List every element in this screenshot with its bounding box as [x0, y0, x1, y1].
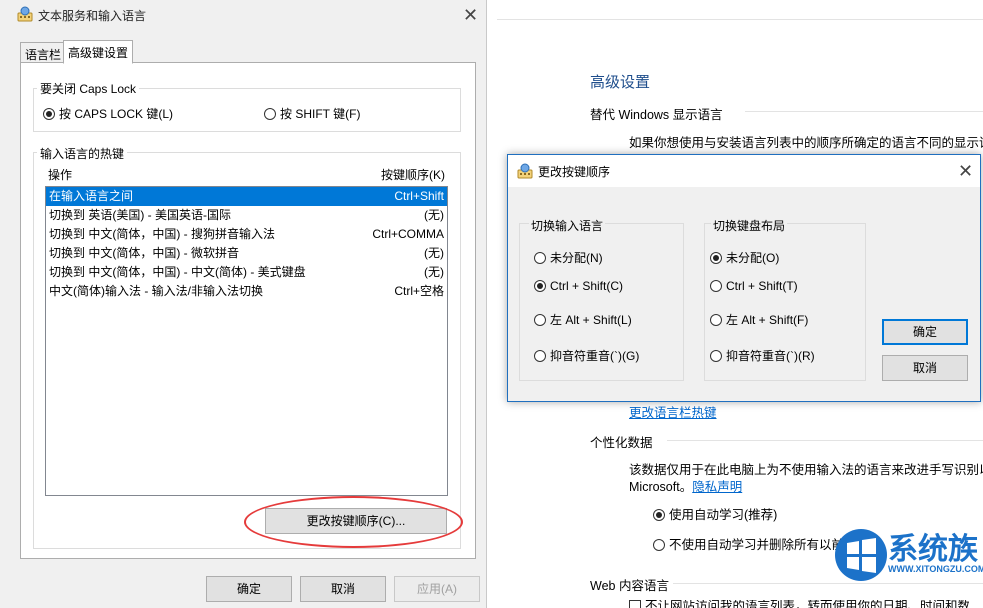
option-label: Ctrl + Shift(C) [550, 279, 624, 293]
auto-learn-on-option[interactable]: 使用自动学习(推荐) [653, 504, 777, 523]
cancel-button[interactable]: 取消 [882, 355, 968, 381]
apply-button[interactable]: 应用(A) [394, 576, 480, 602]
capslock-option-1[interactable]: 按 CAPS LOCK 键(L) [43, 105, 173, 122]
web-content-title: Web 内容语言 [590, 579, 669, 593]
keyboard-globe-icon [517, 163, 533, 179]
override-language-desc: 如果你想使用与安装语言列表中的顺序所确定的语言不同的显示语 [629, 136, 983, 150]
row-action: 切换到 中文(简体，中国) - 中文(简体) - 美式键盘 [49, 265, 306, 279]
row-action: 切换到 英语(美国) - 美国英语-国际 [49, 208, 231, 222]
option-label: 未分配(O) [726, 251, 780, 265]
row-key-sequence: (无) [424, 265, 444, 279]
close-icon[interactable]: ✕ [958, 162, 973, 180]
radio-icon[interactable] [534, 314, 546, 326]
radio-icon[interactable] [653, 539, 665, 551]
text-services-dialog: 文本服务和输入语言 ✕ 语言栏 高级键设置 要关闭 Caps Lock 按 CA… [0, 0, 487, 608]
microsoft-text: Microsoft。 [629, 480, 693, 494]
auto-learn-off-option[interactable]: 不使用自动学习并删除所有以前收集的数据 [653, 534, 853, 553]
switch-lang-option[interactable]: 未分配(N) [534, 249, 603, 266]
radio-icon[interactable] [534, 252, 546, 264]
personalization-title: 个性化数据 [590, 436, 653, 450]
row-key-sequence: Ctrl+空格 [394, 284, 444, 298]
cancel-button[interactable]: 取消 [300, 576, 386, 602]
table-row[interactable]: 切换到 英语(美国) - 美国英语-国际 (无) [46, 206, 447, 225]
privacy-link[interactable]: 隐私声明 [692, 480, 742, 494]
table-row[interactable]: 切换到 中文(简体，中国) - 搜狗拼音输入法 Ctrl+COMMA [46, 225, 447, 244]
row-action: 切换到 中文(简体，中国) - 微软拼音 [49, 246, 239, 260]
table-row[interactable]: 切换到 中文(简体，中国) - 中文(简体) - 美式键盘 (无) [46, 263, 447, 282]
switch-layout-option[interactable]: 抑音符重音(`)(R) [710, 347, 815, 364]
switch-layout-option[interactable]: Ctrl + Shift(T) [710, 279, 798, 293]
radio-icon[interactable] [710, 280, 722, 292]
capslock-option-2-label: 按 SHIFT 键(F) [280, 107, 361, 121]
highlight-ellipse [244, 496, 463, 548]
switch-language-title: 切换输入语言 [529, 217, 606, 234]
ok-button[interactable]: 确定 [882, 319, 968, 345]
col-action-header: 操作 [48, 168, 73, 182]
radio-icon[interactable] [710, 314, 722, 326]
option-label: 抑音符重音(`)(R) [726, 349, 815, 363]
row-key-sequence: (无) [424, 246, 444, 260]
capslock-legend: 要关闭 Caps Lock [37, 80, 140, 97]
switch-lang-option[interactable]: Ctrl + Shift(C) [534, 279, 623, 293]
option-label: 抑音符重音(`)(G) [550, 349, 640, 363]
row-key-sequence: Ctrl+Shift [394, 189, 444, 203]
personalization-desc-2: Microsoft。隐私声明 [629, 476, 742, 495]
switch-lang-option[interactable]: 左 Alt + Shift(L) [534, 311, 632, 328]
row-key-sequence: Ctrl+COMMA [372, 227, 444, 241]
override-language-label: 替代 Windows 显示语言 [590, 108, 723, 122]
row-key-sequence: (无) [424, 208, 444, 222]
table-row[interactable]: 中文(简体)输入法 - 输入法/非输入法切换 Ctrl+空格 [46, 282, 447, 301]
divider [667, 440, 983, 441]
radio-icon[interactable] [534, 280, 546, 292]
titlebar: 更改按键顺序 ✕ [508, 155, 980, 187]
divider [497, 19, 983, 20]
row-action: 中文(简体)输入法 - 输入法/非输入法切换 [49, 284, 263, 298]
checkbox-icon[interactable] [629, 600, 641, 608]
windows-logo-icon [835, 529, 887, 581]
radio-icon[interactable] [264, 108, 276, 120]
switch-layout-option[interactable]: 未分配(O) [710, 249, 779, 266]
watermark-url: WWW.XITONGZU.COM [888, 564, 983, 574]
row-action: 切换到 中文(简体，中国) - 搜狗拼音输入法 [49, 227, 275, 241]
change-langbar-hotkeys-link[interactable]: 更改语言栏热键 [629, 402, 717, 421]
option-label: 左 Alt + Shift(L) [550, 313, 632, 327]
table-row[interactable]: 在输入语言之间 Ctrl+Shift [46, 187, 447, 206]
watermark-brand: 系统族 [888, 533, 978, 566]
close-icon[interactable]: ✕ [463, 6, 478, 24]
radio-icon[interactable] [710, 252, 722, 264]
keyboard-globe-icon [17, 6, 33, 22]
dialog-title: 文本服务和输入语言 [38, 9, 147, 23]
dialog-title: 更改按键顺序 [538, 165, 611, 179]
col-sequence-header: 按键顺序(K) [381, 168, 445, 182]
radio-icon[interactable] [534, 350, 546, 362]
ok-button[interactable]: 确定 [206, 576, 292, 602]
change-key-sequence-dialog: 更改按键顺序 ✕ 切换输入语言 未分配(N) Ctrl + Shift(C) 左 A… [507, 154, 981, 402]
radio-icon[interactable] [43, 108, 55, 120]
tab-language-bar[interactable]: 语言栏 [20, 42, 67, 64]
divider [745, 111, 983, 112]
tab-advanced-key-settings[interactable]: 高级键设置 [63, 40, 134, 64]
radio-icon[interactable] [710, 350, 722, 362]
option-label: Ctrl + Shift(T) [726, 279, 798, 293]
radio-icon[interactable] [653, 509, 665, 521]
capslock-option-1-label: 按 CAPS LOCK 键(L) [59, 107, 174, 121]
table-row[interactable]: 切换到 中文(简体，中国) - 微软拼音 (无) [46, 244, 447, 263]
section-title: 高级设置 [590, 74, 651, 91]
option-label: 未分配(N) [550, 251, 603, 265]
switch-lang-option[interactable]: 抑音符重音(`)(G) [534, 347, 639, 364]
option-label: 左 Alt + Shift(F) [726, 313, 809, 327]
hotkeys-legend: 输入语言的热键 [37, 145, 128, 162]
row-action: 在输入语言之间 [49, 189, 134, 203]
switch-layout-title: 切换键盘布局 [711, 217, 788, 234]
hotkey-list[interactable]: 在输入语言之间 Ctrl+Shift 切换到 英语(美国) - 美国英语-国际 (无)… [45, 186, 448, 496]
switch-layout-option[interactable]: 左 Alt + Shift(F) [710, 311, 808, 328]
capslock-option-2[interactable]: 按 SHIFT 键(F) [264, 105, 360, 122]
auto-learn-on-label: 使用自动学习(推荐) [669, 508, 778, 522]
watermark: 系统族 WWW.XITONGZU.COM [826, 520, 983, 608]
